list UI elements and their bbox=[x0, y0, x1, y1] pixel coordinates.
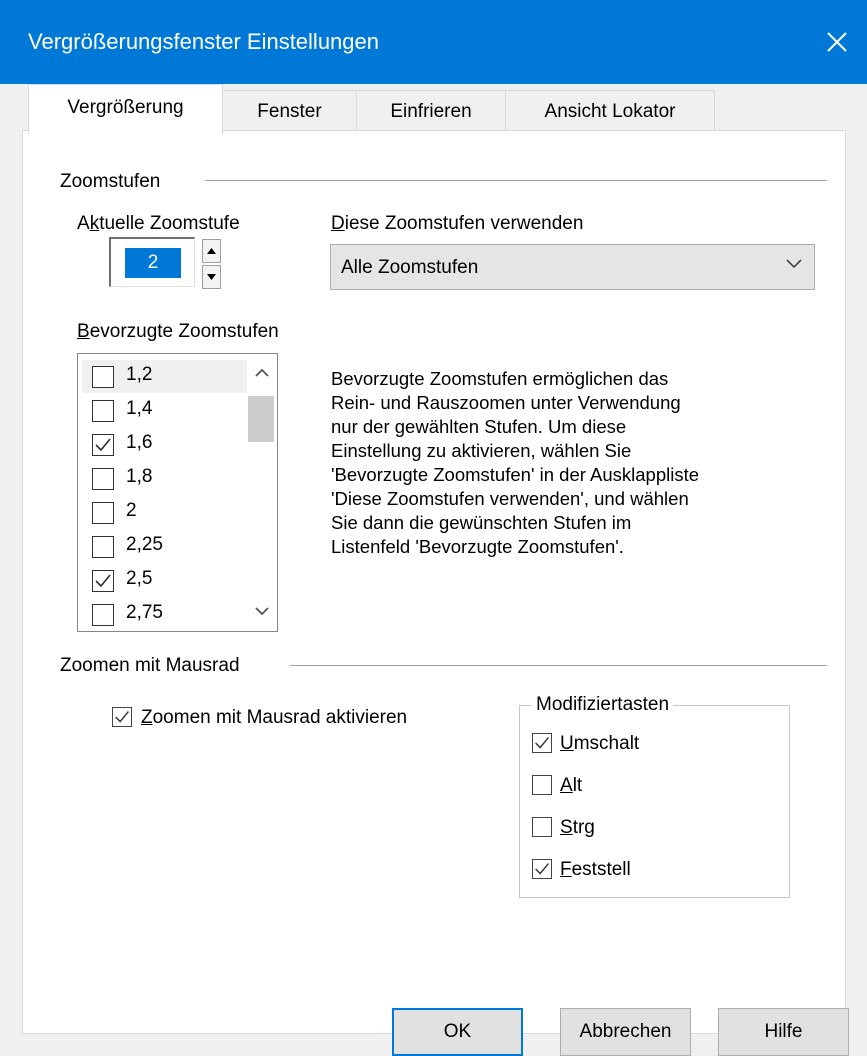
list-item-label: 2,25 bbox=[126, 534, 163, 555]
modifier-strg-label[interactable]: Strg bbox=[560, 817, 595, 839]
list-item[interactable]: 2,25 bbox=[82, 530, 247, 563]
modifier-feststell-label[interactable]: Feststell bbox=[560, 859, 631, 881]
checkbox-checked-icon[interactable] bbox=[112, 707, 132, 727]
current-zoom-label: Aktuelle Zoomstufe bbox=[77, 213, 240, 234]
preferred-levels-description: Bevorzugte Zoomstufen ermöglichen das Re… bbox=[331, 368, 700, 557]
preferred-levels-label: Bevorzugte Zoomstufen bbox=[77, 321, 279, 342]
tab-label: Einfrieren bbox=[390, 101, 472, 122]
zoom-down-button[interactable] bbox=[202, 265, 221, 289]
tab-vergroesserung[interactable]: Vergrößerung bbox=[28, 84, 223, 134]
list-item-label: 2,75 bbox=[126, 602, 163, 623]
tab-fenster[interactable]: Fenster bbox=[222, 90, 357, 134]
list-scrollbar[interactable] bbox=[247, 354, 277, 631]
ok-button-label: OK bbox=[443, 1021, 472, 1042]
checkbox-checked-icon[interactable] bbox=[92, 434, 114, 456]
use-levels-label: Diese Zoomstufen verwenden bbox=[331, 213, 584, 234]
checkbox-unchecked-icon[interactable] bbox=[92, 604, 114, 626]
enable-mousewheel-label[interactable]: Zoomen mit Mausrad aktivieren bbox=[141, 707, 407, 729]
checkbox-unchecked-icon[interactable] bbox=[532, 775, 552, 795]
help-button-label: Hilfe bbox=[764, 1021, 803, 1042]
list-item[interactable]: 1,8 bbox=[82, 462, 247, 495]
list-item[interactable]: 1,4 bbox=[82, 394, 247, 427]
list-item-label: 2,5 bbox=[126, 568, 153, 589]
checkbox-unchecked-icon[interactable] bbox=[92, 502, 114, 524]
chevron-down-icon[interactable] bbox=[255, 607, 269, 616]
section-divider bbox=[290, 665, 827, 666]
zoom-up-button[interactable] bbox=[202, 239, 221, 263]
tab-label: Fenster bbox=[257, 101, 322, 122]
list-item[interactable]: 2 bbox=[82, 496, 247, 529]
list-item-label: 2 bbox=[126, 500, 137, 521]
current-zoom-value: 2 bbox=[125, 248, 181, 278]
tab-label: Vergrößerung bbox=[67, 97, 184, 118]
list-item-label: 1,2 bbox=[126, 364, 153, 385]
arrow-up-icon bbox=[207, 248, 216, 254]
checkbox-unchecked-icon[interactable] bbox=[92, 536, 114, 558]
title-bar: Vergrößerungsfenster Einstellungen bbox=[0, 0, 867, 84]
list-item[interactable]: 1,6 bbox=[82, 428, 247, 461]
use-levels-selected: Alle Zoomstufen bbox=[341, 257, 479, 278]
chevron-up-icon[interactable] bbox=[255, 368, 269, 377]
cancel-button-label: Abbrechen bbox=[579, 1021, 672, 1042]
list-item[interactable]: 2,75 bbox=[82, 598, 247, 631]
cancel-button[interactable]: Abbrechen bbox=[560, 1008, 691, 1056]
list-item[interactable]: 2,5 bbox=[82, 564, 247, 597]
checkbox-unchecked-icon[interactable] bbox=[532, 817, 552, 837]
current-zoom-field[interactable]: 2 bbox=[109, 237, 195, 287]
preferred-levels-list[interactable]: 1,2 1,4 1,6 1,8 2 2,25 2,5 2,75 bbox=[77, 353, 278, 632]
close-icon bbox=[827, 32, 847, 52]
use-levels-select[interactable]: Alle Zoomstufen bbox=[330, 244, 815, 290]
checkbox-checked-icon[interactable] bbox=[92, 570, 114, 592]
section-heading-mausrad: Zoomen mit Mausrad bbox=[60, 655, 240, 676]
tab-label: Ansicht Lokator bbox=[544, 101, 676, 122]
checkbox-checked-icon[interactable] bbox=[532, 733, 552, 753]
section-divider bbox=[205, 180, 827, 181]
tab-ansicht-lokator[interactable]: Ansicht Lokator bbox=[505, 90, 715, 134]
tab-einfrieren[interactable]: Einfrieren bbox=[356, 90, 506, 134]
list-item[interactable]: 1,2 bbox=[82, 360, 247, 393]
list-item-label: 1,6 bbox=[126, 432, 153, 453]
checkbox-unchecked-icon[interactable] bbox=[92, 468, 114, 490]
checkbox-unchecked-icon[interactable] bbox=[92, 400, 114, 422]
checkbox-checked-icon[interactable] bbox=[532, 859, 552, 879]
modifier-umschalt-label[interactable]: Umschalt bbox=[560, 733, 639, 755]
ok-button[interactable]: OK bbox=[392, 1008, 523, 1056]
close-button[interactable] bbox=[807, 0, 867, 84]
modifier-keys-legend: Modifiziertasten bbox=[532, 694, 674, 716]
help-button[interactable]: Hilfe bbox=[718, 1008, 849, 1056]
arrow-down-icon bbox=[207, 274, 216, 280]
chevron-down-icon bbox=[786, 259, 802, 269]
modifier-alt-label[interactable]: Alt bbox=[560, 775, 582, 797]
list-item-label: 1,4 bbox=[126, 398, 153, 419]
window-title: Vergrößerungsfenster Einstellungen bbox=[28, 29, 379, 54]
section-heading-zoomstufen: Zoomstufen bbox=[60, 171, 161, 192]
scrollbar-thumb[interactable] bbox=[248, 396, 274, 442]
checkbox-unchecked-icon[interactable] bbox=[92, 366, 114, 388]
list-item-label: 1,8 bbox=[126, 466, 153, 487]
